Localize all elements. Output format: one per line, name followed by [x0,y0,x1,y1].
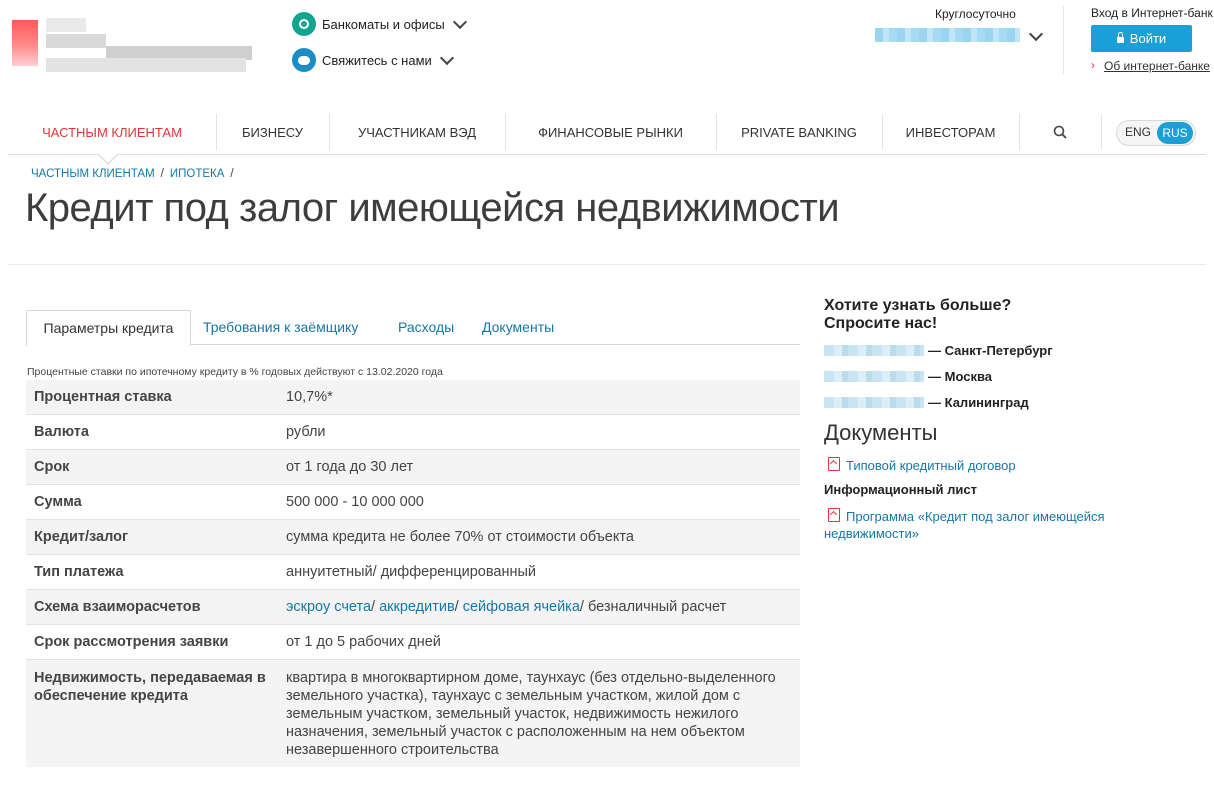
contact-us-label: Свяжитесь с нами [322,52,432,68]
city-label: — Москва [928,369,992,384]
doc-label: Типовой кредитный договор [846,458,1016,473]
breadcrumb: ЧАСТНЫМ КЛИЕНТАМ / ИПОТЕКА / [31,168,234,180]
main-nav: Частным клиентам Бизнесу Участникам ВЭД … [8,110,1206,155]
tab-documents[interactable]: Документы [482,310,554,344]
param-value: сумма кредита не более 70% от стоимости … [286,519,800,555]
chevron-down-icon [452,14,467,30]
param-label: Недвижимость, передаваемая в обеспечение… [26,659,286,767]
search-icon[interactable] [1019,110,1101,154]
ask-us-line1: Хотите узнать больше? [824,297,1012,314]
ibank-label: Вход в Интернет-банк [1091,6,1213,20]
tab-loan-parameters[interactable]: Параметры кредита [26,310,191,346]
loan-tabs: Параметры кредита Требования к заёмщику … [26,310,800,346]
login-button[interactable]: Войти [1091,25,1192,52]
param-label: Схема взаиморасчетов [26,589,286,625]
chevron-right-icon: › [1091,58,1095,72]
nav-private-banking[interactable]: Private Banking [716,110,882,154]
pdf-icon [828,457,840,471]
ask-us-heading: Хотите узнать больше? Спросите нас! [824,297,1011,333]
hotline-phone[interactable] [875,28,1020,42]
loan-parameters-table: Процентная ставка 10,7%* Валюта рубли Ср… [26,380,800,767]
safe-box-link[interactable]: сейфовая ячейка [463,599,580,615]
chat-bubble-icon [292,48,316,72]
language-switch[interactable]: ENG RUS [1116,120,1196,146]
nav-ved[interactable]: Участникам ВЭД [329,110,505,154]
param-label: Срок рассмотрения заявки [26,624,286,660]
chevron-down-icon [439,50,454,66]
atm-offices-link[interactable]: Банкоматы и офисы [292,12,467,36]
letter-of-credit-link[interactable]: аккредитив [379,599,455,615]
nav-financial-markets[interactable]: Финансовые рынки [505,110,716,154]
param-label: Процентная ставка [26,380,286,415]
city-label: — Калининград [928,395,1029,410]
program-doc-link[interactable]: Программа «Кредит под залог имеющейся не… [824,508,1105,542]
param-label: Кредит/залог [26,519,286,555]
location-pin-icon [292,12,316,36]
phone-moscow[interactable]: — Москва [824,369,992,384]
nav-private-clients[interactable]: Частным клиентам [8,110,216,154]
phone-spb[interactable]: — Санкт-Петербург [824,343,1053,358]
param-value: эскроу счета/ аккредитив/ сейфовая ячейк… [286,589,800,625]
standard-contract-link[interactable]: Типовой кредитный договор [828,457,1016,474]
hours-label: Круглосуточно [935,7,1016,21]
param-value: от 1 года до 30 лет [286,449,800,485]
rate-note: Процентные ставки по ипотечному кредиту … [27,366,443,378]
table-row: Срок от 1 года до 30 лет [26,449,800,485]
tab-expenses[interactable]: Расходы [398,310,454,344]
param-label: Тип платежа [26,554,286,590]
chevron-down-icon[interactable] [1028,26,1044,42]
contact-us-link[interactable]: Свяжитесь с нами [292,48,454,72]
lang-eng[interactable]: ENG [1125,125,1151,139]
nav-investors[interactable]: Инвесторам [882,110,1019,154]
param-value: аннуитетный/ дифференцированный [286,554,800,590]
table-row: Недвижимость, передаваемая в обеспечение… [26,659,800,767]
header-divider [1063,6,1064,74]
table-row: Тип платежа аннуитетный/ дифференцирован… [26,554,800,590]
escrow-link[interactable]: эскроу счета [286,599,371,615]
param-value: от 1 до 5 рабочих дней [286,624,800,660]
table-row: Валюта рубли [26,414,800,450]
doc-label: Программа «Кредит под залог имеющейся [846,509,1105,524]
table-row: Схема взаиморасчетов эскроу счета/ аккре… [26,589,800,625]
breadcrumb-private-clients[interactable]: ЧАСТНЫМ КЛИЕНТАМ [31,168,155,180]
param-value: квартира в многоквартирном доме, таунхау… [286,659,800,767]
nav-business[interactable]: Бизнесу [216,110,329,154]
lang-rus[interactable]: RUS [1157,122,1193,144]
param-value: 500 000 - 10 000 000 [286,484,800,520]
documents-heading: Документы [824,420,938,445]
divider [8,264,1206,265]
page-title: Кредит под залог имеющейся недвижимости [25,186,840,230]
table-row: Срок рассмотрения заявки от 1 до 5 рабоч… [26,624,800,660]
ask-us-line2: Спросите нас! [824,315,938,332]
table-row: Сумма 500 000 - 10 000 000 [26,484,800,520]
param-value: 10,7%* [286,380,800,415]
lock-icon [1116,32,1124,43]
breadcrumb-mortgage[interactable]: ИПОТЕКА [170,168,225,180]
pdf-icon [828,508,840,522]
phone-kaliningrad[interactable]: — Калининград [824,395,1029,410]
tab-borrower-requirements[interactable]: Требования к заёмщику [203,310,358,344]
param-label: Валюта [26,414,286,450]
param-label: Срок [26,449,286,485]
login-button-label: Войти [1129,31,1167,46]
info-sheet-heading: Информационный лист [824,482,977,497]
doc-label-line2: недвижимости» [824,526,919,541]
city-label: — Санкт-Петербург [928,343,1053,358]
atm-offices-label: Банкоматы и офисы [322,16,445,32]
param-label: Сумма [26,484,286,520]
table-row: Кредит/залог сумма кредита не более 70% … [26,519,800,555]
cashless-label: / безналичный расчет [579,599,727,615]
param-value: рубли [286,414,800,450]
about-ibank-link[interactable]: Об интернет-банке [1104,59,1210,73]
bank-logo[interactable] [12,10,252,72]
active-nav-caret [97,153,119,165]
table-row: Процентная ставка 10,7%* [26,380,800,415]
